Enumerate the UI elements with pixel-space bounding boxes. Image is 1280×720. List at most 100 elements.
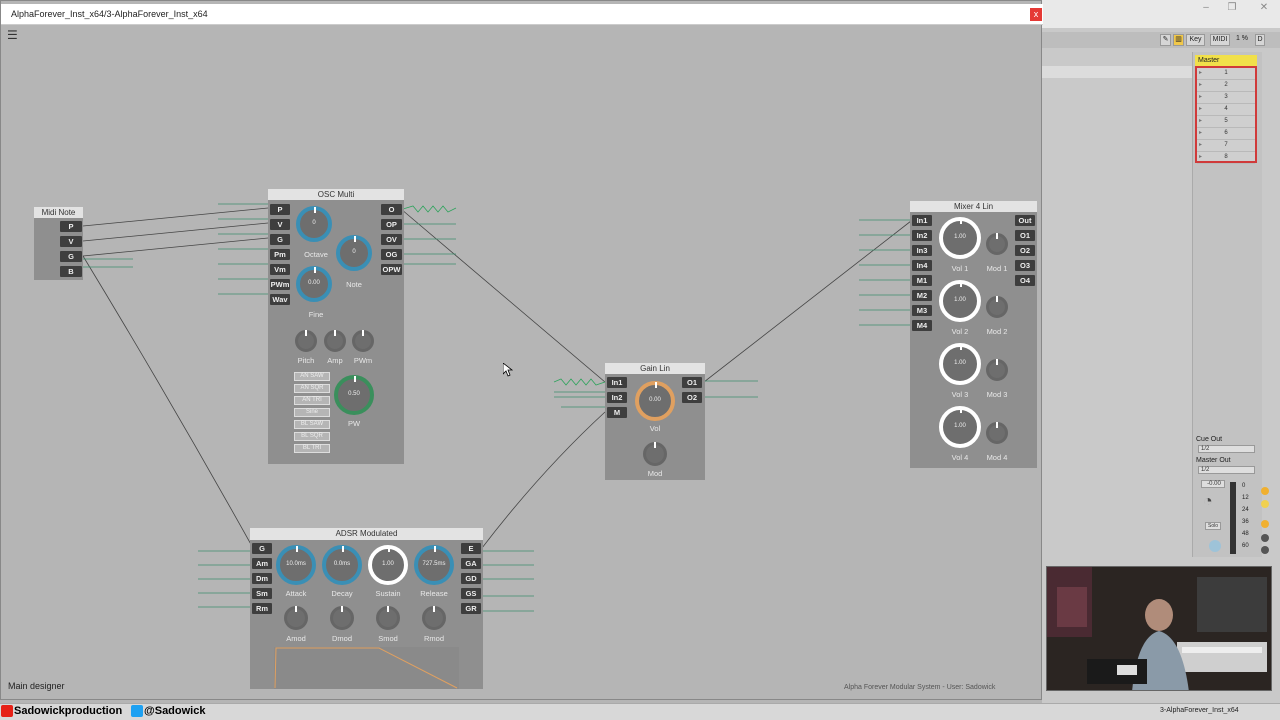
master-track-row[interactable]: 4 bbox=[1197, 104, 1255, 116]
orb-icon[interactable] bbox=[1261, 520, 1269, 528]
master-volume-field[interactable]: -0.00 bbox=[1201, 480, 1225, 488]
output-port[interactable]: GS bbox=[461, 588, 481, 599]
input-port[interactable]: Rm bbox=[252, 603, 272, 614]
orb-icon[interactable] bbox=[1261, 534, 1269, 542]
input-port[interactable]: Wav bbox=[270, 294, 290, 305]
module-title[interactable]: Mixer 4 Lin bbox=[910, 201, 1037, 212]
mod-4-knob[interactable] bbox=[986, 422, 1008, 444]
waveform-button[interactable]: BL SAW bbox=[294, 420, 330, 429]
mod-knob[interactable] bbox=[324, 330, 346, 352]
pan-knob-icon[interactable]: ◔ bbox=[1203, 493, 1213, 511]
master-track-row[interactable]: 2 bbox=[1197, 80, 1255, 92]
output-port[interactable]: O bbox=[381, 204, 402, 215]
output-port[interactable]: OP bbox=[381, 219, 402, 230]
vol-1-knob[interactable]: 1.00 bbox=[939, 217, 981, 259]
cable[interactable] bbox=[82, 255, 254, 549]
output-port[interactable]: O4 bbox=[1015, 275, 1035, 286]
input-port[interactable]: M1 bbox=[912, 275, 932, 286]
vol-3-knob[interactable]: 1.00 bbox=[939, 343, 981, 385]
input-port[interactable]: In2 bbox=[607, 392, 627, 403]
input-port[interactable]: In1 bbox=[912, 215, 932, 226]
output-port[interactable]: GA bbox=[461, 558, 481, 569]
input-port[interactable]: G bbox=[252, 543, 272, 554]
minimize-icon[interactable]: – bbox=[1196, 2, 1216, 16]
pw-knob[interactable]: 0.50 bbox=[334, 375, 374, 415]
input-port[interactable]: M3 bbox=[912, 305, 932, 316]
headphone-icon[interactable] bbox=[1209, 540, 1221, 552]
octave-knob[interactable]: 0 bbox=[296, 206, 332, 242]
input-port[interactable]: In2 bbox=[912, 230, 932, 241]
mod-knob[interactable] bbox=[295, 330, 317, 352]
mod-knob[interactable] bbox=[352, 330, 374, 352]
master-out-select[interactable]: 1/2 bbox=[1198, 466, 1255, 474]
port-p[interactable]: P bbox=[60, 221, 82, 232]
module-title[interactable]: ADSR Modulated bbox=[250, 528, 483, 540]
mixer-4-lin-module[interactable]: Mixer 4 Lin In1 In2 In3 In4 M1 M2 M3 M4 Out O1 O2 O3… bbox=[910, 201, 1037, 468]
record-orb-icon[interactable] bbox=[1261, 487, 1269, 495]
master-track-row[interactable]: 6 bbox=[1197, 128, 1255, 140]
port-g[interactable]: G bbox=[60, 251, 82, 262]
master-track-row[interactable]: 1 bbox=[1197, 68, 1255, 80]
output-port[interactable]: O1 bbox=[682, 377, 702, 388]
vol-4-knob[interactable]: 1.00 bbox=[939, 406, 981, 448]
output-port[interactable]: OG bbox=[381, 249, 402, 260]
input-port[interactable]: In1 bbox=[607, 377, 627, 388]
waveform-button[interactable]: BL TRI bbox=[294, 444, 330, 453]
input-port[interactable]: P bbox=[270, 204, 290, 215]
restore-icon[interactable]: ❐ bbox=[1222, 2, 1242, 16]
fine-knob[interactable]: 0.00 bbox=[296, 266, 332, 302]
master-track-row[interactable]: 5 bbox=[1197, 116, 1255, 128]
input-port[interactable]: Pm bbox=[270, 249, 290, 260]
solo-button[interactable]: Solo bbox=[1205, 522, 1221, 530]
mod-2-knob[interactable] bbox=[986, 296, 1008, 318]
adsr-modulated-module[interactable]: ADSR Modulated G Am Dm Sm Rm E GA GD GS GR 10.0ms At… bbox=[250, 528, 483, 689]
pencil-icon[interactable]: ✎ bbox=[1160, 34, 1171, 46]
input-port[interactable]: PWm bbox=[270, 279, 290, 290]
orb-icon[interactable] bbox=[1261, 500, 1269, 508]
master-track-row[interactable]: 8 bbox=[1197, 152, 1255, 164]
vol-knob[interactable]: 0.00 bbox=[635, 381, 675, 421]
output-port[interactable]: O2 bbox=[1015, 245, 1035, 256]
input-port[interactable]: Dm bbox=[252, 573, 272, 584]
key-button[interactable]: Key bbox=[1186, 34, 1205, 46]
note-knob[interactable]: 0 bbox=[336, 235, 372, 271]
output-port[interactable]: GD bbox=[461, 573, 481, 584]
port-v[interactable]: V bbox=[60, 236, 82, 247]
decay-knob[interactable]: 0.0ms bbox=[322, 545, 362, 585]
input-port[interactable]: V bbox=[270, 219, 290, 230]
output-port[interactable]: GR bbox=[461, 603, 481, 614]
close-icon[interactable]: ✕ bbox=[1254, 2, 1274, 16]
waveform-button[interactable]: Sine bbox=[294, 408, 330, 417]
mod-1-knob[interactable] bbox=[986, 233, 1008, 255]
cable[interactable] bbox=[82, 207, 269, 227]
mod-knob[interactable] bbox=[284, 606, 308, 630]
input-port[interactable]: Am bbox=[252, 558, 272, 569]
mod-3-knob[interactable] bbox=[986, 359, 1008, 381]
master-track-header[interactable]: Master bbox=[1195, 55, 1257, 66]
cable[interactable] bbox=[703, 220, 912, 383]
mod-knob[interactable] bbox=[422, 606, 446, 630]
d-button[interactable]: D bbox=[1255, 34, 1265, 46]
input-port[interactable]: M bbox=[607, 407, 627, 418]
input-port[interactable]: M4 bbox=[912, 320, 932, 331]
port-b[interactable]: B bbox=[60, 266, 82, 277]
output-port[interactable]: Out bbox=[1015, 215, 1035, 226]
osc-multi-module[interactable]: OSC Multi P V G Pm Vm PWm Wav O OP OV OG OPW 0 Octave 0… bbox=[268, 189, 404, 464]
module-title[interactable]: OSC Multi bbox=[268, 189, 404, 200]
waveform-button[interactable]: BL SQR bbox=[294, 432, 330, 441]
waveform-button[interactable]: AN TRI bbox=[294, 396, 330, 405]
cable[interactable] bbox=[400, 208, 606, 383]
input-port[interactable]: Sm bbox=[252, 588, 272, 599]
mod-knob[interactable] bbox=[330, 606, 354, 630]
cable[interactable] bbox=[82, 222, 269, 242]
cable[interactable] bbox=[481, 411, 606, 549]
midi-note-module[interactable]: Midi Note P V G B bbox=[34, 207, 83, 280]
attack-knob[interactable]: 10.0ms bbox=[276, 545, 316, 585]
module-title[interactable]: Midi Note bbox=[34, 207, 83, 218]
output-port[interactable]: O2 bbox=[682, 392, 702, 403]
gain-lin-module[interactable]: Gain Lin In1 In2 M O1 O2 0.00 Vol Mod bbox=[605, 363, 705, 480]
midi-button[interactable]: MIDI bbox=[1210, 34, 1230, 46]
output-port[interactable]: E bbox=[461, 543, 481, 554]
taskbar-window-item[interactable]: 3-AlphaForever_Inst_x64 bbox=[1160, 707, 1239, 714]
mod-knob[interactable] bbox=[376, 606, 400, 630]
